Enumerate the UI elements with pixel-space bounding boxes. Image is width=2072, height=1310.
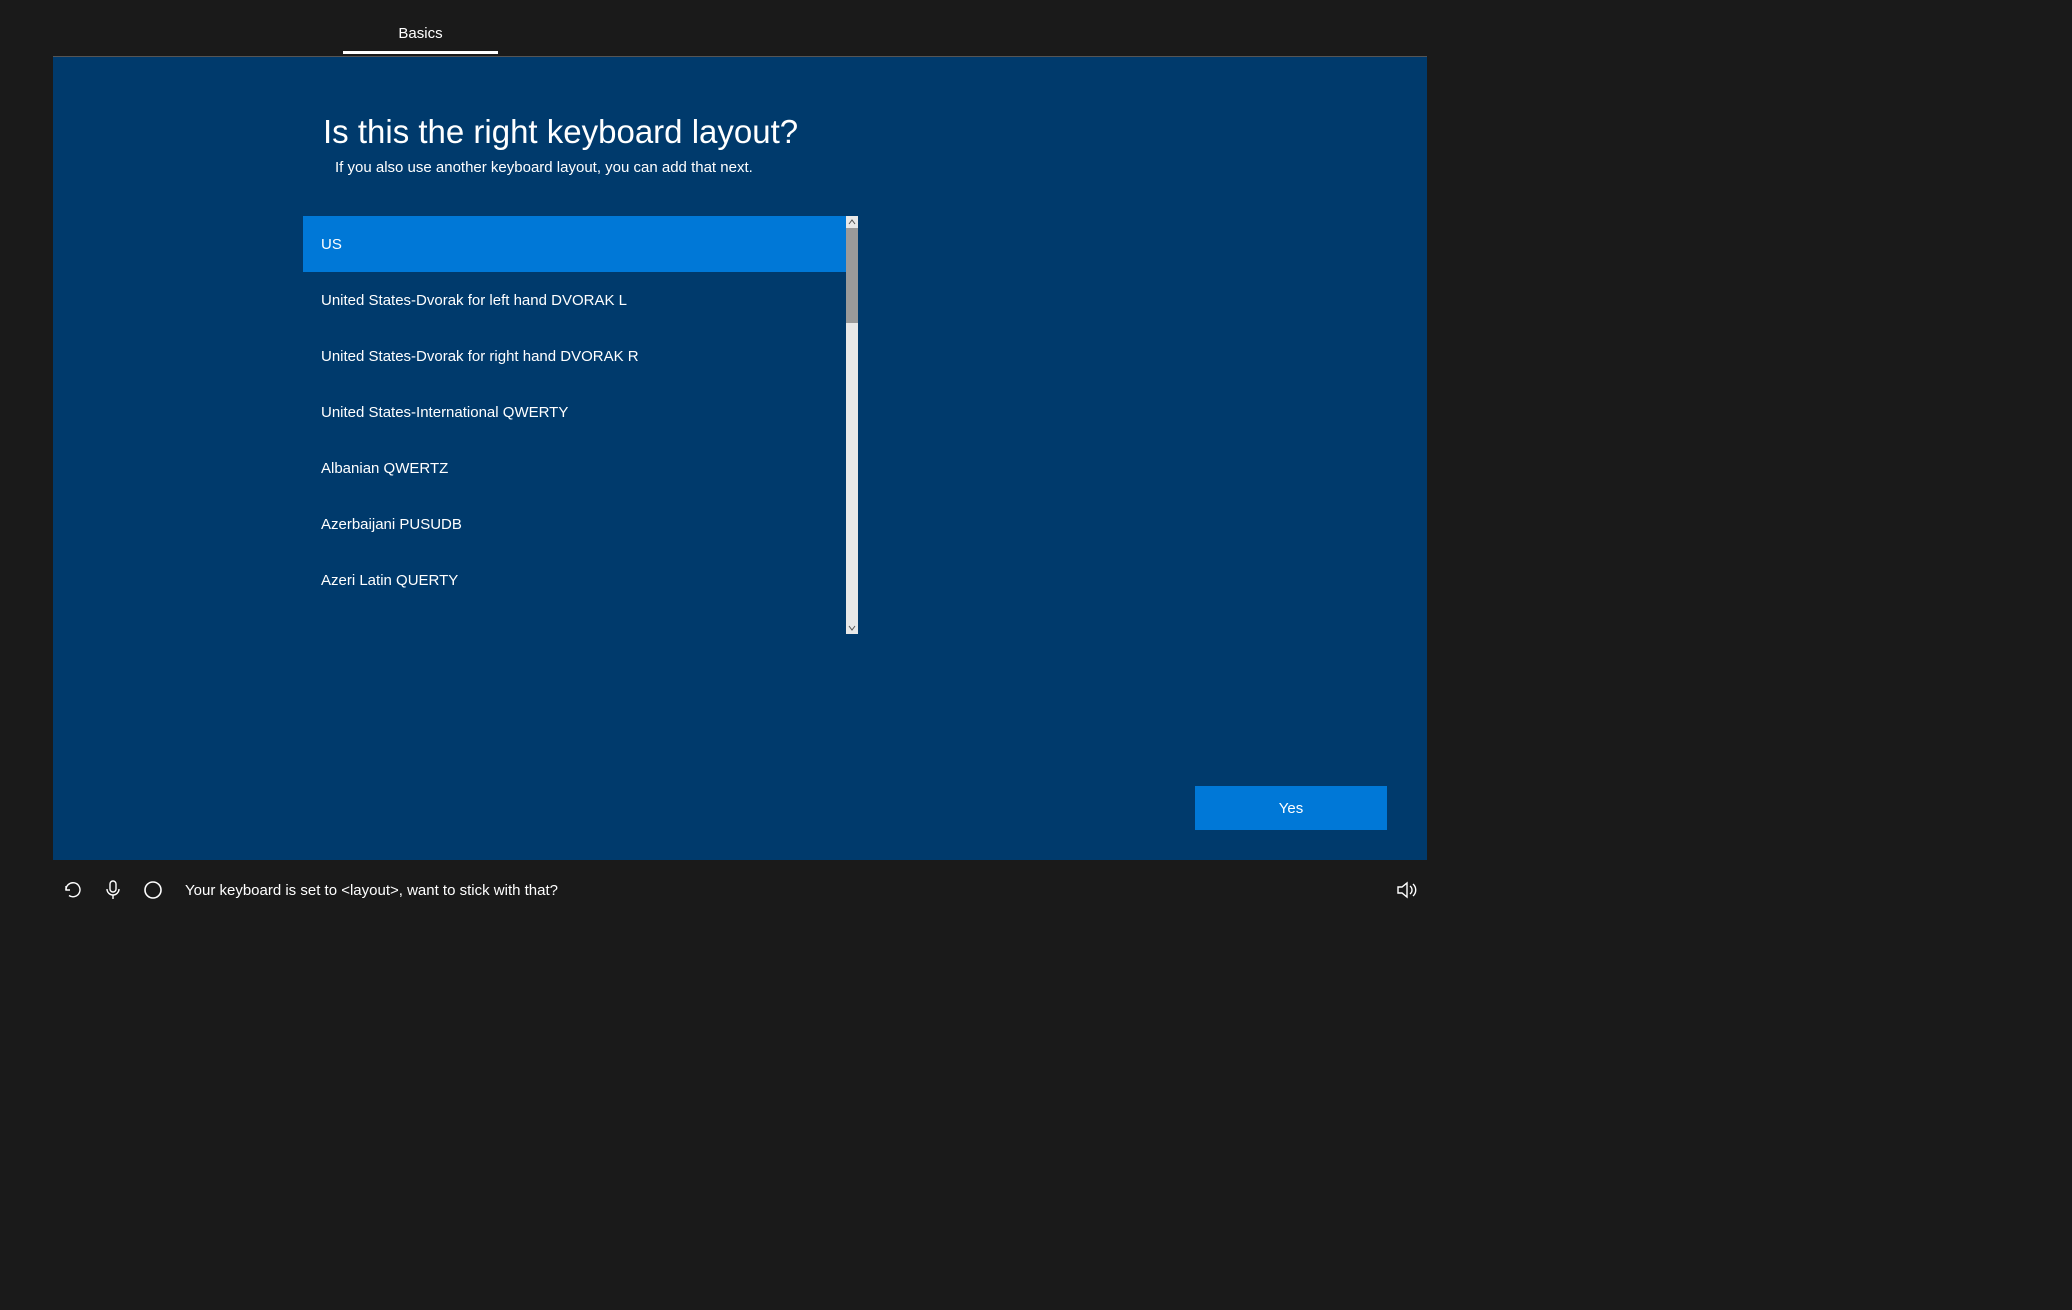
page-title: Is this the right keyboard layout? [323,113,1347,151]
list-item[interactable]: Azeri Latin QUERTY [303,552,846,608]
yes-button[interactable]: Yes [1195,786,1387,830]
scrollbar[interactable] [846,216,858,634]
list-item[interactable]: United States-International QWERTY [303,384,846,440]
keyboard-layout-listbox: US United States-Dvorak for left hand DV… [303,216,858,634]
list-item[interactable]: United States-Dvorak for left hand DVORA… [303,272,846,328]
cortana-prompt-text: Your keyboard is set to <layout>, want t… [185,882,558,899]
listbox-viewport: US United States-Dvorak for left hand DV… [303,216,846,634]
bottom-bar: Your keyboard is set to <layout>, want t… [53,866,1427,914]
tab-basics[interactable]: Basics [343,16,498,54]
tab-bar: Basics [53,16,1427,56]
microphone-icon[interactable] [93,870,133,910]
volume-icon[interactable] [1387,870,1427,910]
window-frame: Basics Is this the right keyboard layout… [8,8,1472,928]
list-item[interactable]: United States-Dvorak for right hand DVOR… [303,328,846,384]
scroll-thumb[interactable] [846,228,858,323]
list-item[interactable]: ... [303,608,846,632]
list-item[interactable]: US [303,216,846,272]
main-panel: Is this the right keyboard layout? If yo… [53,56,1427,860]
sync-icon[interactable] [53,870,93,910]
list-item[interactable]: Albanian QWERTZ [303,440,846,496]
scroll-down-arrow-icon[interactable] [846,622,858,634]
page-subtitle: If you also use another keyboard layout,… [335,159,1347,176]
cortana-circle-icon[interactable] [133,870,173,910]
list-item[interactable]: Azerbaijani PUSUDB [303,496,846,552]
scroll-up-arrow-icon[interactable] [846,216,858,228]
